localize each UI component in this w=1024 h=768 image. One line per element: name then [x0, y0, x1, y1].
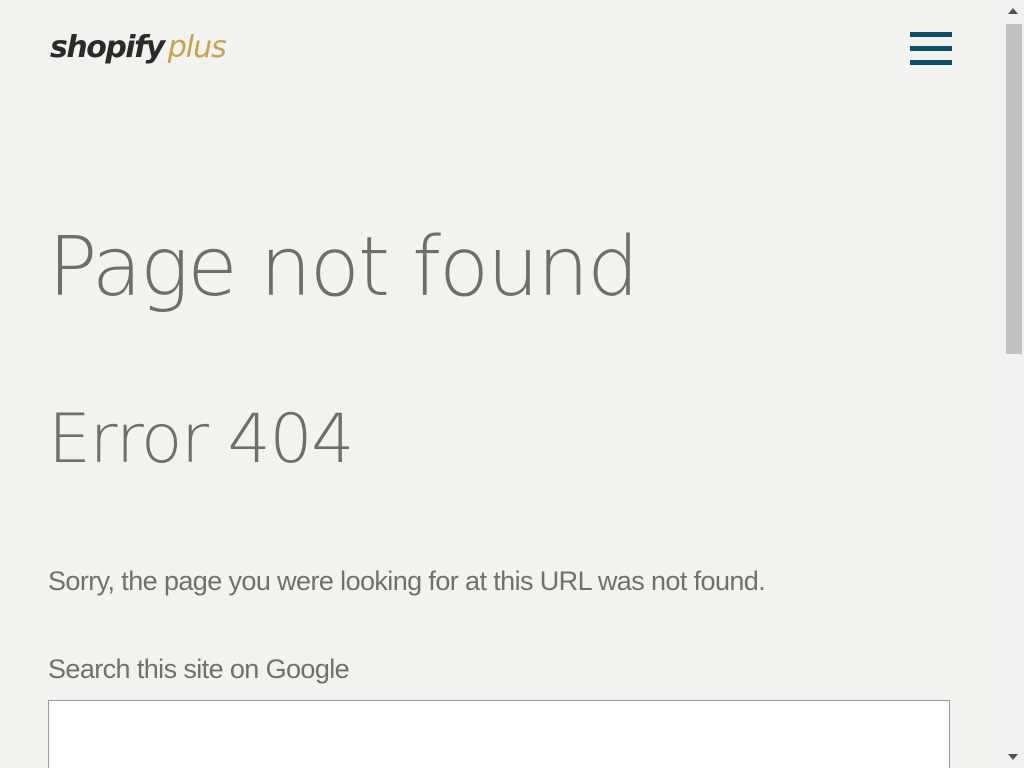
google-search-input[interactable] — [48, 700, 950, 768]
hamburger-menu-icon[interactable] — [910, 32, 952, 68]
logo-main-text: shopify — [50, 30, 165, 65]
search-label: Search this site on Google — [48, 654, 350, 684]
scroll-down-arrow-icon[interactable] — [1002, 746, 1024, 768]
arrow-down-shape — [1008, 754, 1018, 760]
menu-bar-top — [910, 32, 952, 37]
logo-accent-text: plus — [167, 30, 227, 65]
scroll-up-arrow-icon[interactable] — [1002, 0, 1024, 22]
menu-bar-middle — [910, 46, 952, 51]
arrow-up-shape — [1008, 8, 1018, 14]
page: shopify plus Page not found Error 404 Sor… — [0, 0, 1024, 768]
scrollbar-thumb[interactable] — [1006, 24, 1022, 354]
page-title: Page not found — [48, 220, 639, 315]
shopify-plus-logo[interactable]: shopify plus — [50, 30, 227, 74]
menu-bar-bottom — [910, 60, 952, 65]
error-message: Sorry, the page you were looking for at … — [48, 566, 766, 596]
error-code-heading: Error 404 — [48, 400, 354, 479]
page-content: shopify plus Page not found Error 404 Sor… — [0, 0, 1002, 768]
vertical-scrollbar[interactable] — [1002, 0, 1024, 768]
